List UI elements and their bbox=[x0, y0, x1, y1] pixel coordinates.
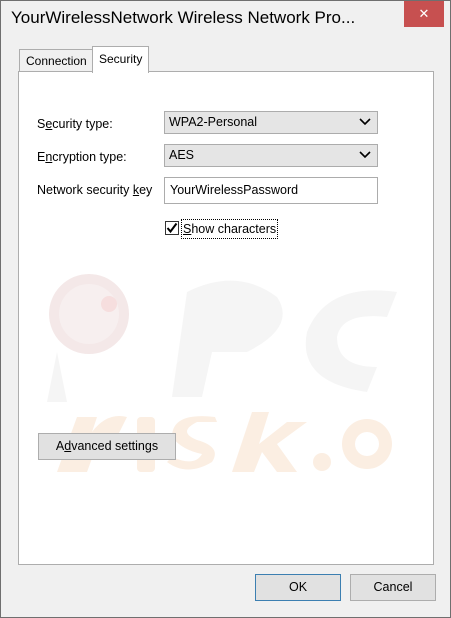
tab-security[interactable]: Security bbox=[92, 46, 150, 73]
wireless-properties-window: YourWirelessNetwork Wireless Network Pro… bbox=[0, 0, 451, 618]
chevron-down-icon bbox=[359, 118, 371, 126]
tab-security-label: Security bbox=[99, 52, 143, 66]
close-button[interactable]: ✕ bbox=[404, 1, 444, 27]
network-security-key-input[interactable]: YourWirelessPassword bbox=[164, 177, 378, 204]
encryption-type-dropdown[interactable]: AES bbox=[164, 144, 378, 167]
show-characters-checkbox[interactable] bbox=[165, 221, 179, 235]
checkmark-icon bbox=[166, 222, 178, 234]
tab-connection-label: Connection bbox=[26, 54, 87, 68]
encryption-type-label: Encryption type: bbox=[37, 150, 127, 164]
tab-connection[interactable]: Connection bbox=[19, 49, 94, 73]
advanced-settings-button[interactable]: Advanced settings bbox=[38, 433, 176, 460]
title-bar[interactable]: YourWirelessNetwork Wireless Network Pro… bbox=[1, 1, 450, 39]
security-panel: Security type: WPA2-Personal Encryption … bbox=[18, 71, 434, 565]
security-type-label: Security type: bbox=[37, 117, 113, 131]
window-title: YourWirelessNetwork Wireless Network Pro… bbox=[11, 8, 356, 27]
security-type-dropdown[interactable]: WPA2-Personal bbox=[164, 111, 378, 134]
network-security-key-label: Network security key bbox=[37, 183, 153, 197]
chevron-down-icon bbox=[359, 151, 371, 159]
security-type-value: WPA2-Personal bbox=[169, 115, 257, 129]
network-security-key-value: YourWirelessPassword bbox=[170, 183, 299, 197]
close-icon: ✕ bbox=[418, 6, 430, 21]
ok-button[interactable]: OK bbox=[255, 574, 341, 601]
cancel-button[interactable]: Cancel bbox=[350, 574, 436, 601]
encryption-type-value: AES bbox=[169, 148, 195, 162]
show-characters-label[interactable]: Show characters bbox=[181, 219, 279, 239]
